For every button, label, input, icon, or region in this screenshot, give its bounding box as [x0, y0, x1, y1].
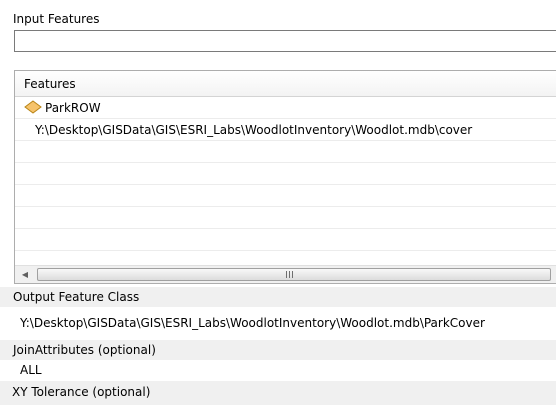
join-attributes-label: JoinAttributes (optional) [13, 343, 156, 357]
output-feature-class-label: Output Feature Class [13, 290, 140, 304]
empty-row [15, 163, 556, 185]
empty-row [15, 207, 556, 229]
feature-path: Y:\Desktop\GISData\GIS\ESRI_Labs\Woodlot… [35, 123, 473, 137]
scrollbar-thumb[interactable] [37, 268, 551, 281]
polygon-feature-class-icon [24, 100, 42, 114]
empty-row [15, 141, 556, 163]
features-column-header: Features [15, 71, 556, 97]
input-features-field[interactable] [14, 30, 556, 52]
features-list: Features ParkROW Y:\Desktop\GISData\GIS\… [14, 70, 556, 284]
empty-row [15, 229, 556, 251]
feature-name: ParkROW [45, 101, 101, 115]
scroll-left-arrow-icon[interactable]: ◀ [17, 267, 33, 282]
input-features-label: Input Features [13, 12, 100, 26]
empty-row [15, 185, 556, 207]
list-item-path[interactable]: Y:\Desktop\GISData\GIS\ESRI_Labs\Woodlot… [15, 119, 556, 141]
grip-icon [286, 271, 293, 278]
xy-tolerance-label: XY Tolerance (optional) [12, 385, 151, 399]
join-attributes-select[interactable]: ALL [20, 363, 42, 377]
output-feature-class-field[interactable]: Y:\Desktop\GISData\GIS\ESRI_Labs\Woodlot… [20, 316, 485, 330]
horizontal-scrollbar[interactable]: ◀ [15, 265, 556, 283]
list-item[interactable]: ParkROW [15, 97, 556, 119]
